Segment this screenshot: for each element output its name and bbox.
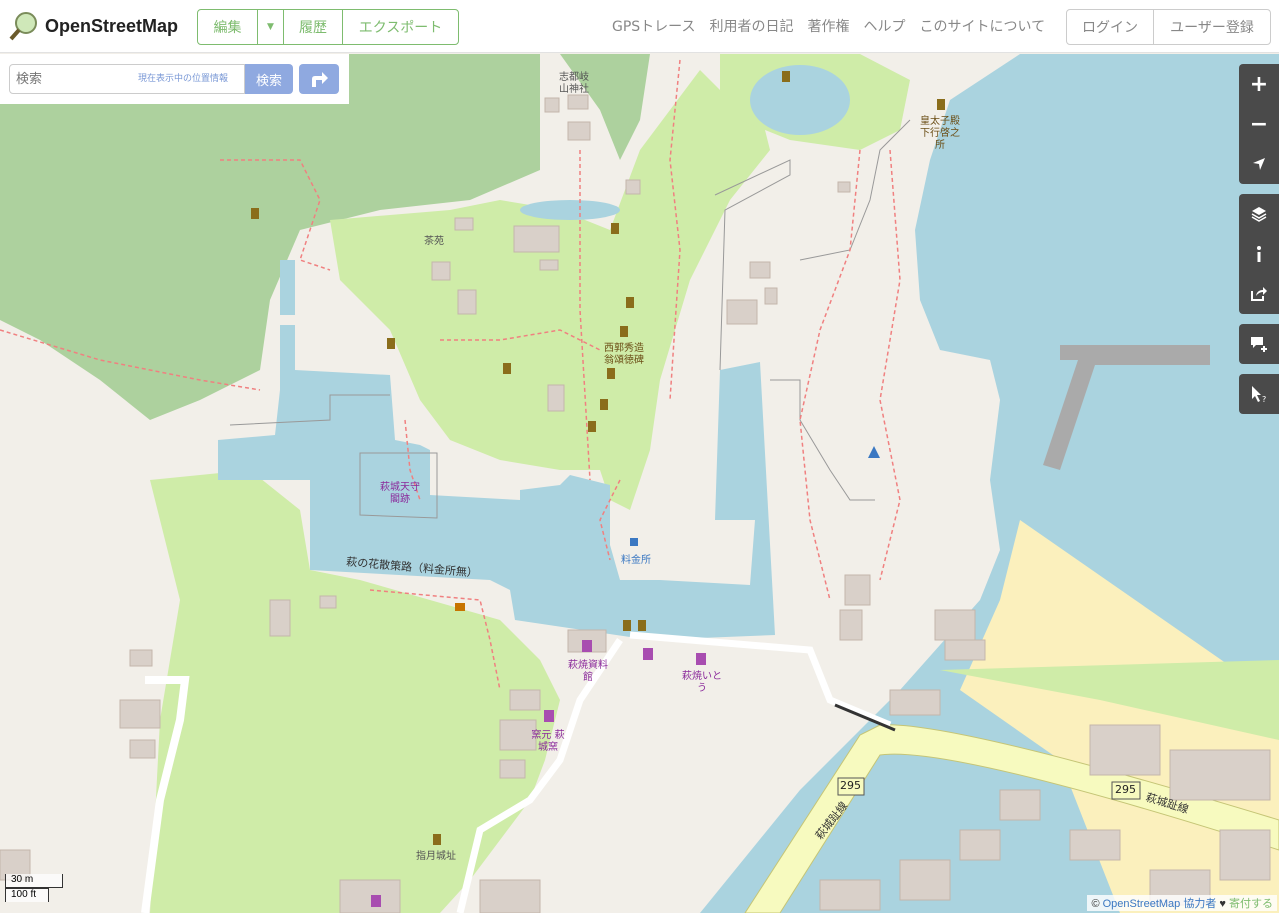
nav-gps-traces[interactable]: GPSトレース (612, 16, 695, 36)
scale-metric: 30 m (5, 874, 63, 888)
copyright-symbol: © (1091, 898, 1100, 910)
scale-imperial: 100 ft (5, 888, 49, 902)
note-controls (1239, 324, 1279, 364)
map-label-castle: 萩城天守閣跡 (380, 482, 420, 505)
locate-button[interactable] (1239, 144, 1279, 184)
magnifier-logo-icon (9, 12, 37, 41)
top-header: OpenStreetMap 編集 ▼ 履歴 エクスポート GPSトレース 利用者… (0, 0, 1279, 53)
map-label-museum: 萩焼資料館 (568, 660, 608, 683)
nav-help[interactable]: ヘルプ (863, 16, 905, 36)
history-button[interactable]: 履歴 (284, 10, 343, 44)
share-button[interactable] (1239, 274, 1279, 314)
signup-button[interactable]: ユーザー登録 (1154, 10, 1270, 44)
caret-down-icon: ▼ (267, 22, 274, 32)
minus-icon: − (1249, 111, 1269, 137)
donate-link[interactable]: 寄付する (1229, 898, 1273, 910)
comment-plus-icon (1251, 337, 1267, 352)
svg-text:?: ? (1262, 395, 1266, 403)
where-am-i-link[interactable]: 現在表示中の位置情報 (138, 71, 228, 84)
layers-icon (1251, 207, 1267, 222)
add-note-button[interactable] (1239, 324, 1279, 364)
map-label-toll: 料金所 (621, 555, 651, 566)
osm-link[interactable]: OpenStreetMap (1103, 898, 1181, 910)
map-label-kiln: 窯元 萩城窯 (531, 730, 565, 753)
share-icon (1251, 287, 1267, 301)
layers-button[interactable] (1239, 194, 1279, 234)
map-label-tea: 茶苑 (424, 236, 444, 247)
login-button[interactable]: ログイン (1067, 10, 1154, 44)
nav-about[interactable]: このサイトについて (919, 16, 1045, 36)
auth-group: ログイン ユーザー登録 (1066, 9, 1271, 45)
scale-bar: 30 m 100 ft (5, 874, 63, 902)
location-arrow-icon (1253, 158, 1265, 170)
query-features-button[interactable]: ? (1239, 374, 1279, 414)
map-label-shop: 萩焼いとう (682, 671, 722, 694)
route-number-2: 295 (1115, 783, 1136, 796)
contributors-link[interactable]: 協力者 (1183, 898, 1216, 910)
plus-icon: + (1249, 71, 1269, 97)
nav-user-diaries[interactable]: 利用者の日記 (709, 16, 793, 36)
zoom-in-button[interactable]: + (1239, 64, 1279, 104)
heart-icon: ♥ (1219, 898, 1226, 910)
attribution: © OpenStreetMap 協力者 ♥ 寄付する (1087, 895, 1277, 911)
zoom-out-button[interactable]: − (1239, 104, 1279, 144)
route-number-1: 295 (840, 779, 861, 792)
search-panel: 現在表示中の位置情報 検索 (0, 54, 349, 104)
query-controls: ? (1239, 374, 1279, 414)
legend-button[interactable] (1239, 234, 1279, 274)
zoom-controls: + − (1239, 64, 1279, 184)
map-label-ruins: 指月城址 (416, 851, 456, 862)
edit-group: 編集 ▼ 履歴 エクスポート (197, 9, 459, 45)
primary-nav: GPSトレース 利用者の日記 著作権 ヘルプ このサイトについて (612, 16, 1045, 36)
edit-dropdown[interactable]: ▼ (258, 10, 284, 44)
edit-button[interactable]: 編集 (198, 10, 258, 44)
directions-icon (312, 72, 328, 87)
logo-text: OpenStreetMap (45, 15, 179, 36)
map-label-prince: 皇太子殿下行啓之所 (920, 116, 960, 151)
map-label-monument: 西郭秀造翁頌徳碑 (604, 343, 644, 366)
info-icon (1257, 246, 1261, 262)
logo[interactable]: OpenStreetMap (9, 11, 178, 41)
directions-button[interactable] (299, 64, 339, 94)
cursor-question-icon: ? (1252, 386, 1266, 403)
nav-copyright[interactable]: 著作権 (807, 16, 849, 36)
search-button[interactable]: 検索 (245, 64, 293, 94)
map-canvas[interactable] (0, 0, 1279, 913)
export-button[interactable]: エクスポート (343, 10, 458, 44)
layer-controls (1239, 194, 1279, 314)
map-label-shrine: 志都岐山神社 (559, 72, 589, 95)
